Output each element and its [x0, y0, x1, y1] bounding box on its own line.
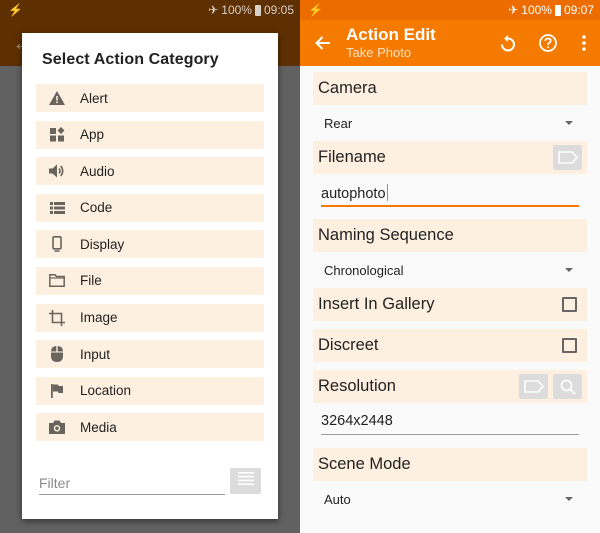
filter-input[interactable]: Filter [39, 475, 225, 495]
more-vert-icon [582, 35, 586, 51]
flash-icon: ⚡ [308, 3, 323, 17]
app-bar: Action Edit Take Photo [300, 20, 600, 66]
category-location[interactable]: Location [36, 376, 264, 405]
app-widgets-icon [36, 127, 78, 142]
category-media[interactable]: Media [36, 413, 264, 442]
dropdown-arrow-icon [565, 497, 573, 501]
back-button[interactable] [300, 36, 346, 50]
scene-mode-select[interactable]: Auto [313, 481, 587, 517]
category-code[interactable]: Code [36, 193, 264, 222]
flash-icon: ⚡ [8, 3, 23, 17]
battery-percent: 100% [221, 3, 252, 17]
mouse-icon [36, 346, 78, 363]
category-file[interactable]: File [36, 266, 264, 295]
category-list[interactable]: Alert App Audio Code Display File Image … [36, 84, 264, 442]
status-bar: ⚡ ✈ 100% 09:07 [300, 0, 600, 20]
label-tag-icon [557, 151, 578, 164]
battery-percent: 100% [521, 3, 552, 17]
back-arrow-icon [315, 36, 330, 50]
right-screen: ⚡ ✈ 100% 09:07 Action Edit Take Photo Ca… [300, 0, 600, 533]
filename-header: Filename [313, 141, 587, 174]
filename-input[interactable]: autophoto [313, 174, 587, 211]
category-input[interactable]: Input [36, 340, 264, 369]
category-audio[interactable]: Audio [36, 157, 264, 186]
airplane-icon: ✈ [208, 3, 219, 17]
category-image[interactable]: Image [36, 303, 264, 332]
filter-menu-button[interactable] [230, 468, 261, 494]
action-form: Camera Rear Filename autophoto Naming Se… [313, 72, 587, 517]
reset-button[interactable] [488, 23, 528, 63]
airplane-icon: ✈ [508, 3, 519, 17]
refresh-icon [501, 34, 515, 51]
dropdown-arrow-icon [565, 268, 573, 272]
naming-sequence-header: Naming Sequence [313, 219, 587, 252]
help-icon [539, 34, 557, 52]
camera-icon [36, 420, 78, 435]
phone-icon [36, 236, 78, 253]
help-button[interactable] [528, 23, 568, 63]
insert-in-gallery-row[interactable]: Insert In Gallery [313, 288, 587, 321]
category-app[interactable]: App [36, 120, 264, 149]
overflow-menu-button[interactable] [568, 23, 600, 63]
camera-header: Camera [313, 72, 587, 105]
dialog-title: Select Action Category [42, 51, 219, 68]
search-button[interactable] [553, 374, 582, 399]
resolution-input[interactable]: 3264x2448 [313, 403, 587, 440]
crop-icon [36, 309, 78, 326]
insert-in-gallery-checkbox[interactable] [562, 297, 577, 312]
folder-icon [36, 274, 78, 288]
status-bar: ⚡ ✈ 100% 09:05 [0, 0, 300, 20]
battery-icon [254, 4, 261, 16]
category-alert[interactable]: Alert [36, 84, 264, 112]
discreet-row[interactable]: Discreet [313, 329, 587, 362]
app-title: Action Edit [346, 25, 436, 44]
variable-tag-button[interactable] [553, 145, 582, 170]
search-icon [560, 379, 576, 395]
resolution-header: Resolution [313, 370, 587, 403]
warning-icon [36, 91, 78, 105]
volume-icon [36, 164, 78, 178]
left-screen: ⚡ ✈ 100% 09:05 ← Action Edit Select Acti… [0, 0, 300, 533]
select-category-dialog: Select Action Category Alert App Audio C… [22, 33, 278, 519]
discreet-checkbox[interactable] [562, 338, 577, 353]
category-display[interactable]: Display [36, 230, 264, 259]
label-tag-icon [523, 380, 544, 393]
list-icon [36, 201, 78, 214]
scene-mode-header: Scene Mode [313, 448, 587, 481]
battery-icon [554, 4, 561, 16]
camera-select[interactable]: Rear [313, 105, 587, 141]
clock: 09:07 [563, 3, 594, 17]
naming-sequence-select[interactable]: Chronological [313, 252, 587, 288]
clock: 09:05 [263, 3, 294, 17]
variable-tag-button[interactable] [519, 374, 548, 399]
app-subtitle: Take Photo [346, 45, 412, 60]
flag-icon [36, 383, 78, 398]
text-cursor [386, 184, 389, 201]
list-lines-icon [237, 472, 254, 490]
dropdown-arrow-icon [565, 121, 573, 125]
